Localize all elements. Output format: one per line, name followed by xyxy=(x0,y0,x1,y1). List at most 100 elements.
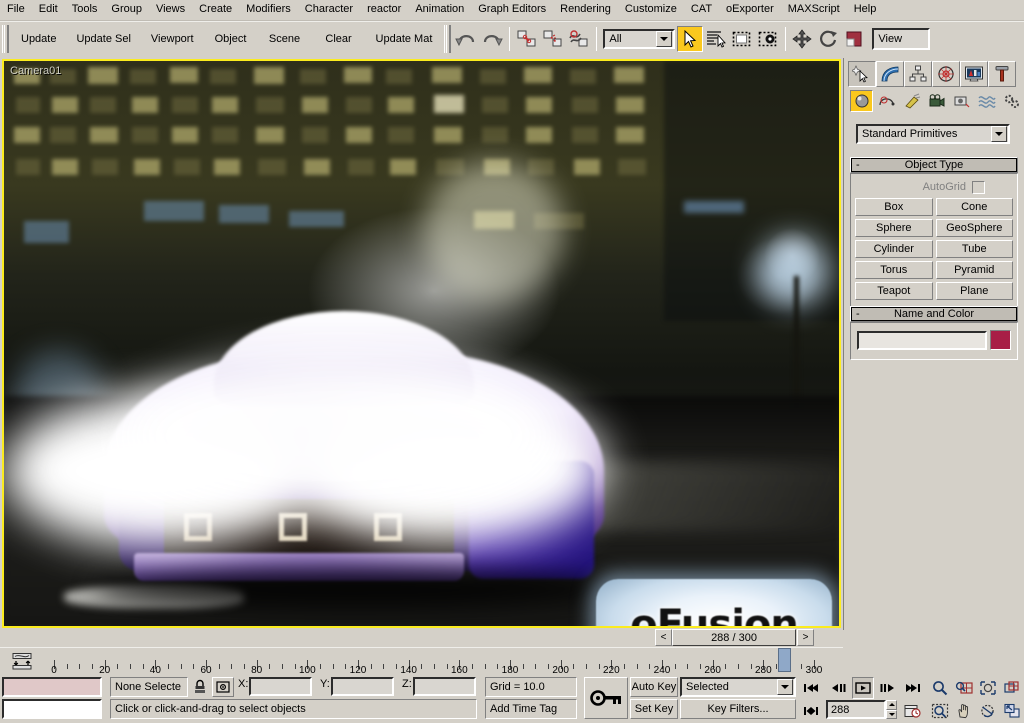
object-button-plane[interactable]: Plane xyxy=(935,282,1013,300)
car-model[interactable] xyxy=(4,291,624,621)
viewport-label[interactable]: Camera01 xyxy=(10,65,61,77)
go-to-start-button[interactable] xyxy=(800,677,822,699)
menu-item-character[interactable]: Character xyxy=(298,1,360,19)
play-animation-button[interactable] xyxy=(852,677,874,699)
object-button-geosphere[interactable]: GeoSphere xyxy=(935,219,1013,237)
rectangular-selection-region-button[interactable] xyxy=(729,26,756,52)
category-systems[interactable] xyxy=(1000,90,1023,112)
set-key-mode-toggle[interactable] xyxy=(584,677,628,719)
reference-coordinate-system-combo[interactable]: View xyxy=(872,28,931,50)
maxscript-listener-input[interactable] xyxy=(2,699,102,719)
category-helpers[interactable] xyxy=(950,90,973,112)
object-button-teapot[interactable]: Teapot xyxy=(855,282,933,300)
current-frame-spinner[interactable] xyxy=(886,700,897,719)
menu-item-tools[interactable]: Tools xyxy=(65,1,105,19)
window-crossing-toggle-button[interactable] xyxy=(755,26,782,52)
object-button-cone[interactable]: Cone xyxy=(935,198,1013,216)
arc-rotate-button[interactable] xyxy=(977,700,999,722)
zoom-button[interactable] xyxy=(929,677,951,699)
ofusion-viewport-button[interactable]: Viewport xyxy=(140,26,204,52)
ofusion-scene-button[interactable]: Scene xyxy=(257,26,312,52)
field-of-view-button[interactable] xyxy=(929,700,951,722)
spinner-up[interactable] xyxy=(886,700,897,710)
time-slider-prev-button[interactable]: < xyxy=(655,629,672,646)
object-button-box[interactable]: Box xyxy=(855,198,933,216)
key-filters-button[interactable]: Key Filters... xyxy=(680,699,796,719)
open-mini-curve-editor-button[interactable] xyxy=(10,651,34,671)
time-slider-thumb[interactable]: 288 / 300 xyxy=(672,629,796,646)
tab-utilities[interactable] xyxy=(988,61,1016,87)
tab-motion[interactable] xyxy=(932,61,960,87)
z-coordinate-field[interactable] xyxy=(413,677,476,696)
category-geometry[interactable] xyxy=(850,90,873,112)
ofusion-update-button[interactable]: Update xyxy=(11,26,67,52)
zoom-all-button[interactable] xyxy=(953,677,975,699)
next-frame-button[interactable] xyxy=(876,677,898,699)
zoom-extents-all-button[interactable] xyxy=(1001,677,1023,699)
object-button-torus[interactable]: Torus xyxy=(855,261,933,279)
menu-item-help[interactable]: Help xyxy=(847,1,884,19)
menu-item-create[interactable]: Create xyxy=(192,1,239,19)
autogrid-checkbox[interactable] xyxy=(972,180,985,194)
maximize-viewport-toggle-button[interactable] xyxy=(1001,700,1023,722)
key-filter-selection-combo[interactable]: Selected xyxy=(680,677,796,697)
select-by-name-button[interactable] xyxy=(703,26,730,52)
maxscript-listener-output[interactable] xyxy=(2,677,102,697)
tab-display[interactable] xyxy=(960,61,988,87)
current-frame-field[interactable]: 288 xyxy=(826,700,886,719)
category-cameras[interactable] xyxy=(925,90,948,112)
set-key-button[interactable]: Set Key xyxy=(630,699,678,719)
go-to-end-button[interactable] xyxy=(902,677,924,699)
add-time-tag-button[interactable]: Add Time Tag xyxy=(485,699,577,719)
selection-lock-toggle[interactable] xyxy=(190,677,210,697)
time-slider-next-button[interactable]: > xyxy=(797,629,814,646)
menu-item-animation[interactable]: Animation xyxy=(408,1,471,19)
ofusion-clear-button[interactable]: Clear xyxy=(311,26,366,52)
select-and-link-button[interactable] xyxy=(514,26,541,52)
select-and-uniform-scale-button[interactable] xyxy=(842,26,869,52)
menu-item-modifiers[interactable]: Modifiers xyxy=(239,1,298,19)
auto-key-button[interactable]: Auto Key xyxy=(630,677,678,697)
key-mode-toggle-button[interactable] xyxy=(800,700,822,722)
selection-filter-combo[interactable]: All xyxy=(603,29,676,49)
chevron-down-icon[interactable] xyxy=(777,679,793,695)
menu-item-maxscript[interactable]: MAXScript xyxy=(781,1,847,19)
time-slider-handle[interactable] xyxy=(777,648,791,672)
menu-item-oexporter[interactable]: oExporter xyxy=(719,1,781,19)
zoom-extents-button[interactable] xyxy=(977,677,999,699)
menu-item-edit[interactable]: Edit xyxy=(32,1,65,19)
object-category-combo[interactable]: Standard Primitives xyxy=(856,124,1010,144)
absolute-relative-transform-toggle[interactable] xyxy=(212,677,234,697)
y-coordinate-field[interactable] xyxy=(331,677,394,696)
redo-button[interactable] xyxy=(479,26,506,52)
spinner-down[interactable] xyxy=(886,709,897,719)
previous-frame-button[interactable] xyxy=(828,677,850,699)
menu-item-reactor[interactable]: reactor xyxy=(360,1,408,19)
ofusion-object-button[interactable]: Object xyxy=(203,26,258,52)
toolbar-grip-ofusion[interactable] xyxy=(2,25,9,53)
category-lights[interactable] xyxy=(900,90,923,112)
time-ruler[interactable]: 0 20 40 60 80 100 120 140 160 180 200 220 240 260 280 3… xyxy=(40,648,840,676)
object-name-input[interactable] xyxy=(857,330,987,350)
menu-item-rendering[interactable]: Rendering xyxy=(553,1,618,19)
unlink-selection-button[interactable] xyxy=(540,26,567,52)
object-button-pyramid[interactable]: Pyramid xyxy=(935,261,1013,279)
tab-modify[interactable] xyxy=(876,61,904,87)
viewport-render-area[interactable]: oFusion Camera01 xyxy=(4,61,839,626)
bind-to-space-warp-button[interactable] xyxy=(566,26,593,52)
object-button-sphere[interactable]: Sphere xyxy=(855,219,933,237)
menu-item-customize[interactable]: Customize xyxy=(618,1,684,19)
chevron-down-icon[interactable] xyxy=(991,126,1007,142)
menu-item-group[interactable]: Group xyxy=(104,1,149,19)
rollout-object-type-header[interactable]: - Object Type xyxy=(850,157,1018,173)
toolbar-grip-main[interactable] xyxy=(444,25,452,53)
object-button-cylinder[interactable]: Cylinder xyxy=(855,240,933,258)
rollout-name-and-color-header[interactable]: - Name and Color xyxy=(850,306,1018,322)
menu-item-file[interactable]: File xyxy=(0,1,32,19)
category-shapes[interactable] xyxy=(875,90,898,112)
select-and-rotate-button[interactable] xyxy=(816,26,843,52)
pan-view-button[interactable] xyxy=(953,700,975,722)
menu-item-graph-editors[interactable]: Graph Editors xyxy=(471,1,553,19)
object-color-swatch[interactable] xyxy=(990,330,1011,350)
select-object-button[interactable] xyxy=(677,26,704,52)
